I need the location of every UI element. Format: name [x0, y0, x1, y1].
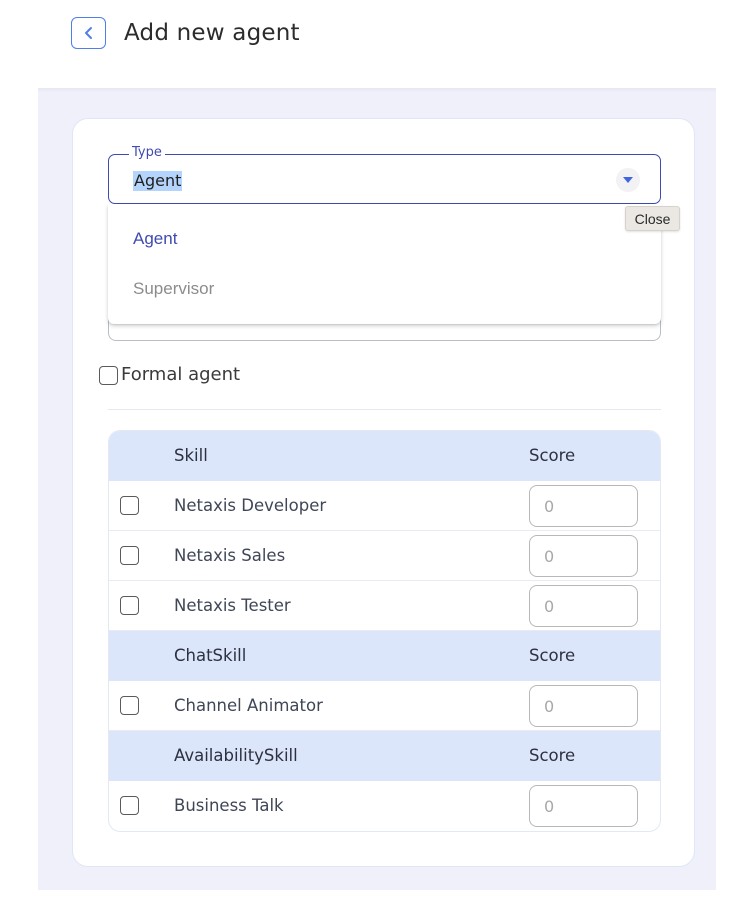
- skill-checkbox[interactable]: [120, 796, 139, 815]
- chevron-left-icon: [84, 27, 92, 39]
- group-header-name: ChatSkill: [174, 646, 247, 665]
- type-value: Agent: [133, 171, 183, 191]
- table-group-header: Skill Score: [109, 431, 660, 481]
- score-input[interactable]: [529, 785, 638, 827]
- main-area: Type Agent Agent Supervisor Formal agent…: [38, 88, 716, 890]
- agent-form-card: Type Agent Agent Supervisor Formal agent…: [72, 118, 695, 867]
- close-tooltip: Close: [625, 206, 680, 231]
- skill-name: Channel Animator: [174, 696, 323, 715]
- score-input[interactable]: [529, 585, 638, 627]
- table-group-header: ChatSkill Score: [109, 631, 660, 681]
- back-button[interactable]: [71, 17, 106, 49]
- score-input[interactable]: [529, 535, 638, 577]
- caret-down-icon: [623, 177, 633, 183]
- formal-agent-checkbox[interactable]: [99, 365, 118, 385]
- skill-checkbox[interactable]: [120, 596, 139, 615]
- formal-agent-label: Formal agent: [121, 364, 241, 385]
- skill-checkbox[interactable]: [120, 496, 139, 515]
- menu-option-agent[interactable]: Agent: [108, 214, 661, 264]
- skills-table: Skill Score Netaxis Developer Netaxis Sa…: [108, 430, 661, 832]
- page-header: Add new agent: [0, 0, 753, 88]
- skill-name: Business Talk: [174, 796, 284, 815]
- skill-name: Netaxis Tester: [174, 596, 291, 615]
- table-row: Netaxis Sales: [109, 531, 660, 581]
- type-label: Type: [129, 145, 165, 161]
- page-title: Add new agent: [124, 20, 300, 46]
- table-row: Channel Animator: [109, 681, 660, 731]
- group-header-name: Skill: [174, 446, 208, 465]
- table-row: Business Talk: [109, 781, 660, 831]
- score-column-header: Score: [529, 646, 576, 665]
- divider: [108, 409, 661, 410]
- table-row: Netaxis Tester: [109, 581, 660, 631]
- menu-option-supervisor[interactable]: Supervisor: [108, 264, 661, 314]
- score-column-header: Score: [529, 746, 576, 765]
- skill-name: Netaxis Sales: [174, 546, 286, 565]
- formal-agent-checkbox-row[interactable]: Formal agent: [99, 365, 240, 385]
- type-dropdown-menu: Agent Supervisor: [108, 204, 661, 324]
- table-row: Netaxis Developer: [109, 481, 660, 531]
- dropdown-toggle-button[interactable]: [616, 168, 640, 192]
- skill-name: Netaxis Developer: [174, 496, 327, 515]
- score-input[interactable]: [529, 685, 638, 727]
- skill-checkbox[interactable]: [120, 546, 139, 565]
- score-input[interactable]: [529, 485, 638, 527]
- score-column-header: Score: [529, 446, 576, 465]
- group-header-name: AvailabilitySkill: [174, 746, 298, 765]
- skill-checkbox[interactable]: [120, 696, 139, 715]
- table-group-header: AvailabilitySkill Score: [109, 731, 660, 781]
- type-select[interactable]: Type Agent: [108, 145, 661, 204]
